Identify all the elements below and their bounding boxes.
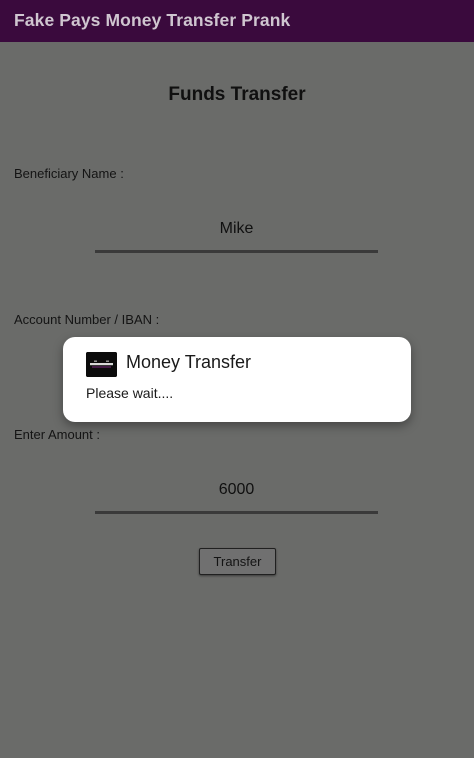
dialog-message: Please wait.... xyxy=(86,385,174,401)
beneficiary-name-input[interactable] xyxy=(95,217,378,253)
amount-input[interactable] xyxy=(95,478,378,514)
amount-label: Enter Amount : xyxy=(14,427,100,442)
transfer-button[interactable]: Transfer xyxy=(199,548,276,575)
beneficiary-name-label: Beneficiary Name : xyxy=(14,166,124,181)
dialog-title: Money Transfer xyxy=(126,352,252,372)
app-bar: Fake Pays Money Transfer Prank xyxy=(0,0,474,42)
app-logo-icon xyxy=(86,352,117,377)
progress-dialog: Money Transfer Please wait.... xyxy=(63,337,411,422)
app-bar-title: Fake Pays Money Transfer Prank xyxy=(14,10,291,30)
page-title: Funds Transfer xyxy=(168,84,306,105)
account-number-label: Account Number / IBAN : xyxy=(14,312,160,327)
